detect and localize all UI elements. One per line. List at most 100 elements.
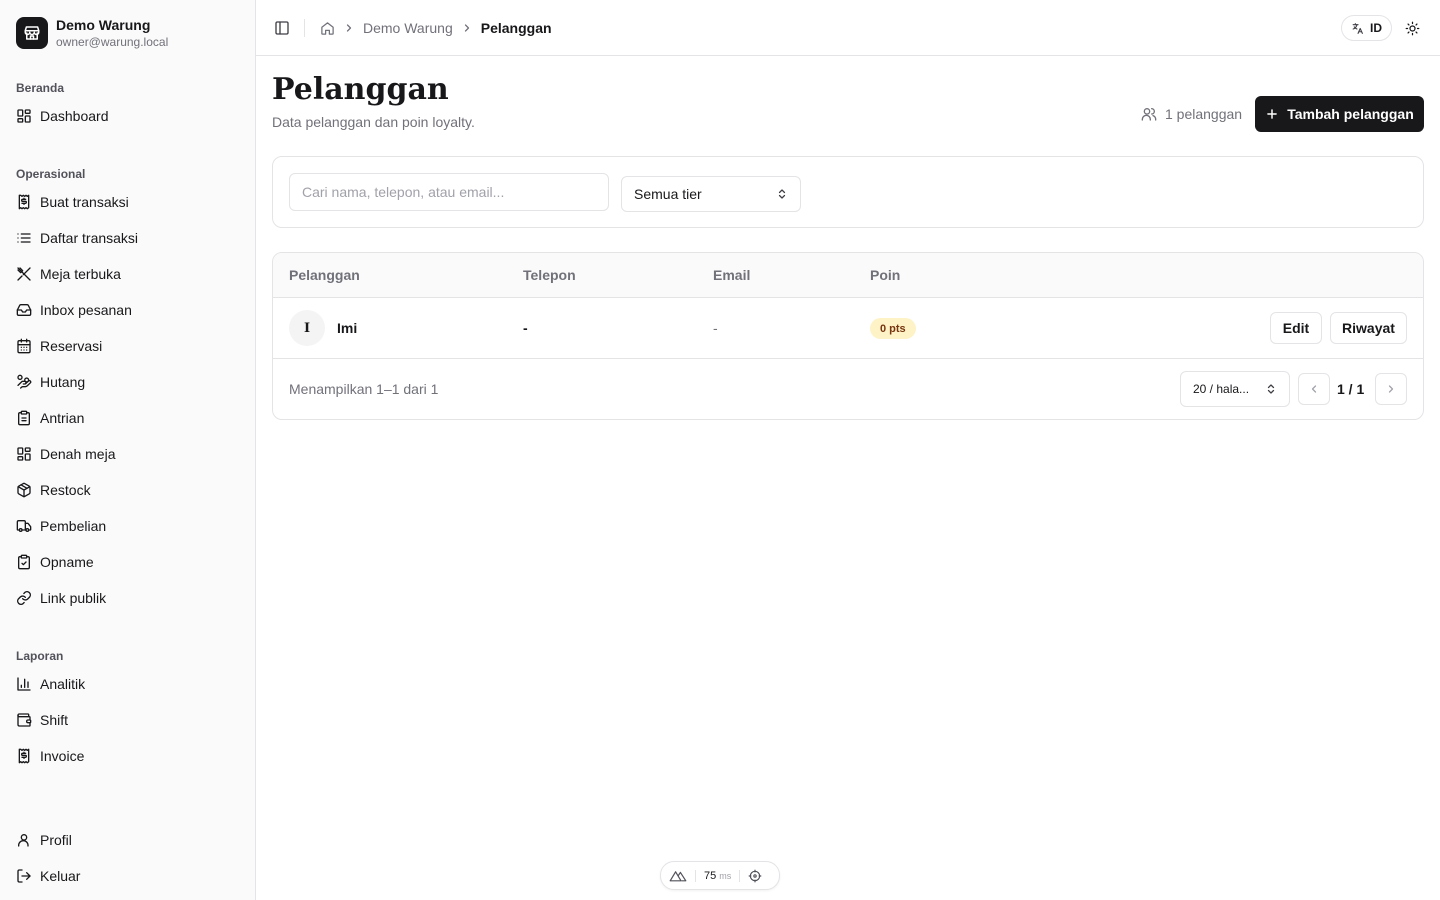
edit-button[interactable]: Edit: [1270, 312, 1322, 344]
sidebar-item-reservasi[interactable]: Reservasi: [0, 328, 255, 364]
customer-count: 1 pelanggan: [1141, 104, 1242, 124]
page-title: Pelanggan: [272, 72, 449, 107]
add-customer-button[interactable]: Tambah pelanggan: [1255, 96, 1424, 132]
sidebar-item-antrian[interactable]: Antrian: [0, 400, 255, 436]
sidebar-item-label: Shift: [40, 712, 69, 728]
per-page-value: 20 / hala...: [1193, 382, 1250, 396]
search-input[interactable]: [289, 173, 609, 211]
header-divider: [304, 19, 305, 37]
column-header: Pelanggan: [289, 267, 360, 283]
sidebar-item-denah-meja[interactable]: Denah meja: [0, 436, 255, 472]
perf-indicator[interactable]: 75 ms: [660, 861, 780, 890]
calendar-icon: [17, 338, 31, 354]
list-icon: [17, 233, 31, 243]
sidebar-item-label: Antrian: [40, 410, 85, 426]
sidebar-item-label: Profil: [40, 832, 72, 848]
sidebar-item-link-publik[interactable]: Link publik: [0, 580, 255, 616]
hand-coins-icon: [17, 374, 32, 389]
sidebar-item-label: Invoice: [40, 748, 85, 764]
sidebar-item-inbox-pesanan[interactable]: Inbox pesanan: [0, 292, 255, 328]
sidebar-item-label: Analitik: [40, 676, 86, 692]
sidebar-item-label: Keluar: [40, 868, 81, 884]
sidebar-nav: Beranda Dashboard Operasional Buat transaks…: [0, 72, 255, 820]
sidebar-item-label: Pembelian: [40, 518, 107, 534]
sidebar-item-label: Hutang: [40, 374, 86, 390]
sidebar-item-opname[interactable]: Opname: [0, 544, 255, 580]
column-header: Poin: [870, 267, 901, 283]
prev-page-button[interactable]: [1298, 373, 1330, 405]
next-page-button[interactable]: [1375, 373, 1407, 405]
brand-email: owner@warung.local: [56, 35, 169, 49]
link-icon: [17, 591, 31, 605]
sidebar-item-label: Link publik: [40, 590, 107, 606]
column-header: Email: [713, 267, 751, 283]
sidebar-item-label: Buat transaksi: [40, 194, 129, 210]
sidebar-item-meja-terbuka[interactable]: Meja terbuka: [0, 256, 255, 292]
utensils-icon: [17, 267, 31, 281]
plus-icon: [1267, 109, 1278, 119]
perf-value: 75: [704, 869, 717, 882]
pagination-summary: Menampilkan 1–1 dari 1: [289, 381, 439, 397]
sidebar-item-pembelian[interactable]: Pembelian: [0, 508, 255, 544]
sidebar-item-restock[interactable]: Restock: [0, 472, 255, 508]
nav-group-label: Operasional: [16, 167, 86, 181]
language-label: ID: [1370, 21, 1382, 35]
bar-chart-icon: [17, 677, 31, 691]
table-header: Pelanggan Telepon Email Poin: [273, 253, 1423, 298]
grid-icon: [17, 109, 31, 123]
sidebar-toggle-icon[interactable]: [272, 18, 292, 38]
sidebar-item-label: Inbox pesanan: [40, 302, 132, 318]
per-page-select[interactable]: 20 / hala...: [1180, 371, 1290, 407]
customer-name: Imi: [337, 320, 358, 336]
wallet-icon: [17, 713, 32, 727]
sidebar-item-daftar-transaksi[interactable]: Daftar transaksi: [0, 220, 255, 256]
language-button[interactable]: ID: [1341, 15, 1392, 41]
clipboard-icon: [18, 410, 30, 426]
sidebar-item-label: Restock: [40, 482, 91, 498]
tier-select-value: Semua tier: [634, 186, 702, 202]
sidebar-item-label: Dashboard: [40, 108, 109, 124]
sidebar-item-buat-transaksi[interactable]: Buat transaksi: [0, 184, 255, 220]
chevrons-up-down-icon: [1267, 384, 1275, 394]
sidebar-item-label: Daftar transaksi: [40, 230, 139, 246]
tier-select[interactable]: Semua tier: [621, 176, 801, 212]
receipt-icon: [18, 194, 30, 210]
customers-table: Pelanggan Telepon Email Poin I Imi - - 0…: [272, 252, 1424, 420]
logout-icon: [17, 869, 31, 883]
sun-icon[interactable]: [1402, 18, 1422, 38]
chevrons-up-down-icon: [778, 189, 786, 199]
column-header: Telepon: [523, 267, 576, 283]
brand-name: Demo Warung: [56, 17, 151, 33]
history-button[interactable]: Riwayat: [1330, 312, 1407, 344]
sidebar-item-shift[interactable]: Shift: [0, 702, 255, 738]
sidebar-item-dashboard[interactable]: Dashboard: [0, 98, 255, 134]
home-icon[interactable]: [320, 21, 335, 36]
receipt-icon: [18, 748, 30, 764]
chevron-right-icon: [1388, 385, 1394, 393]
nuxt-logo-icon: [669, 870, 687, 881]
sidebar-item-profil[interactable]: Profil: [0, 822, 255, 858]
sidebar-item-hutang[interactable]: Hutang: [0, 364, 255, 400]
breadcrumb-parent[interactable]: Demo Warung: [363, 20, 453, 36]
sidebar-item-label: Reservasi: [40, 338, 103, 354]
points-badge: 0 pts: [870, 318, 916, 339]
package-icon: [17, 482, 31, 498]
user-icon: [18, 834, 29, 847]
store-icon: [16, 17, 48, 49]
crosshair-icon: [748, 869, 762, 882]
avatar: I: [289, 310, 325, 346]
users-icon: [1141, 108, 1157, 121]
sidebar-item-analitik[interactable]: Analitik: [0, 666, 255, 702]
customer-email: -: [713, 320, 718, 336]
add-customer-label: Tambah pelanggan: [1287, 106, 1414, 122]
nav-group-label: Laporan: [16, 649, 64, 663]
brand[interactable]: Demo Warung owner@warung.local: [16, 16, 168, 50]
inbox-icon: [16, 304, 32, 316]
breadcrumb-current: Pelanggan: [480, 20, 552, 36]
page-subtitle: Data pelanggan dan poin loyalty.: [272, 114, 475, 130]
sidebar-item-invoice[interactable]: Invoice: [0, 738, 255, 774]
breadcrumb: Demo Warung Pelanggan: [320, 18, 552, 38]
chevron-right-icon: [461, 22, 473, 34]
sidebar-item-keluar[interactable]: Keluar: [0, 858, 255, 894]
nav-group-label: Beranda: [16, 81, 65, 95]
